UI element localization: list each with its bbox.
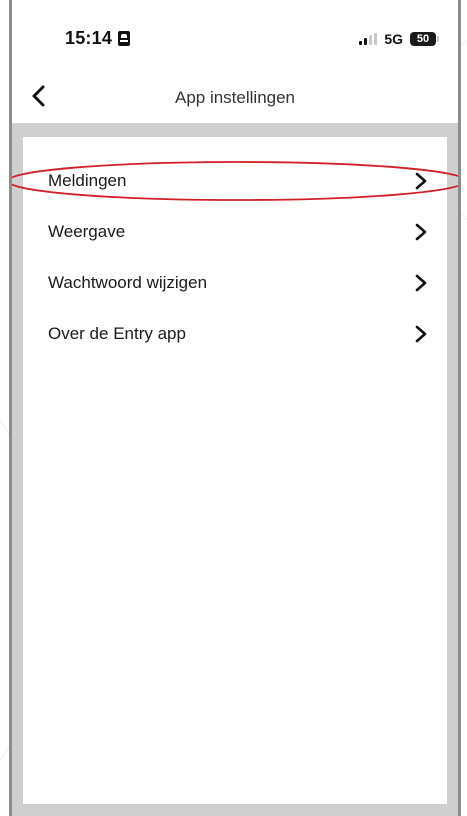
chevron-right-icon <box>415 325 427 342</box>
settings-item-label: Weergave <box>48 221 126 241</box>
status-time: 15:14 <box>65 28 113 48</box>
page-title: App instellingen <box>174 88 296 107</box>
contact-card-icon <box>118 31 131 46</box>
battery-level: 50 <box>416 33 430 45</box>
status-bar: 15:14 5G 50 <box>12 0 458 70</box>
settings-item-label: Over de Entry app <box>48 323 186 343</box>
navigation-bar: App instellingen <box>12 72 458 122</box>
settings-item-meldingen[interactable]: Meldingen <box>23 155 447 206</box>
content-area: Meldingen Weergave Wachtwoord wijzigen O… <box>12 123 458 816</box>
status-indicators: 5G 50 <box>359 31 439 47</box>
settings-item-label: Wachtwoord wijzigen <box>48 272 208 292</box>
chevron-right-icon <box>415 223 427 240</box>
network-type: 5G <box>384 31 403 47</box>
settings-list: Meldingen Weergave Wachtwoord wijzigen O… <box>23 137 447 359</box>
settings-item-wachtwoord-wijzigen[interactable]: Wachtwoord wijzigen <box>23 257 447 308</box>
phone-screen: 15:14 5G 50 App instellingen Meldingen W… <box>9 0 461 816</box>
settings-item-label: Meldingen <box>48 170 127 190</box>
chevron-right-icon <box>415 172 427 189</box>
settings-item-over-de-entry-app[interactable]: Over de Entry app <box>23 308 447 359</box>
chevron-right-icon <box>415 274 427 291</box>
battery-icon: 50 <box>410 32 439 46</box>
signal-strength-icon <box>359 33 378 45</box>
settings-card: Meldingen Weergave Wachtwoord wijzigen O… <box>12 137 458 804</box>
status-time-group: 15:14 <box>65 28 131 49</box>
settings-item-weergave[interactable]: Weergave <box>23 206 447 257</box>
